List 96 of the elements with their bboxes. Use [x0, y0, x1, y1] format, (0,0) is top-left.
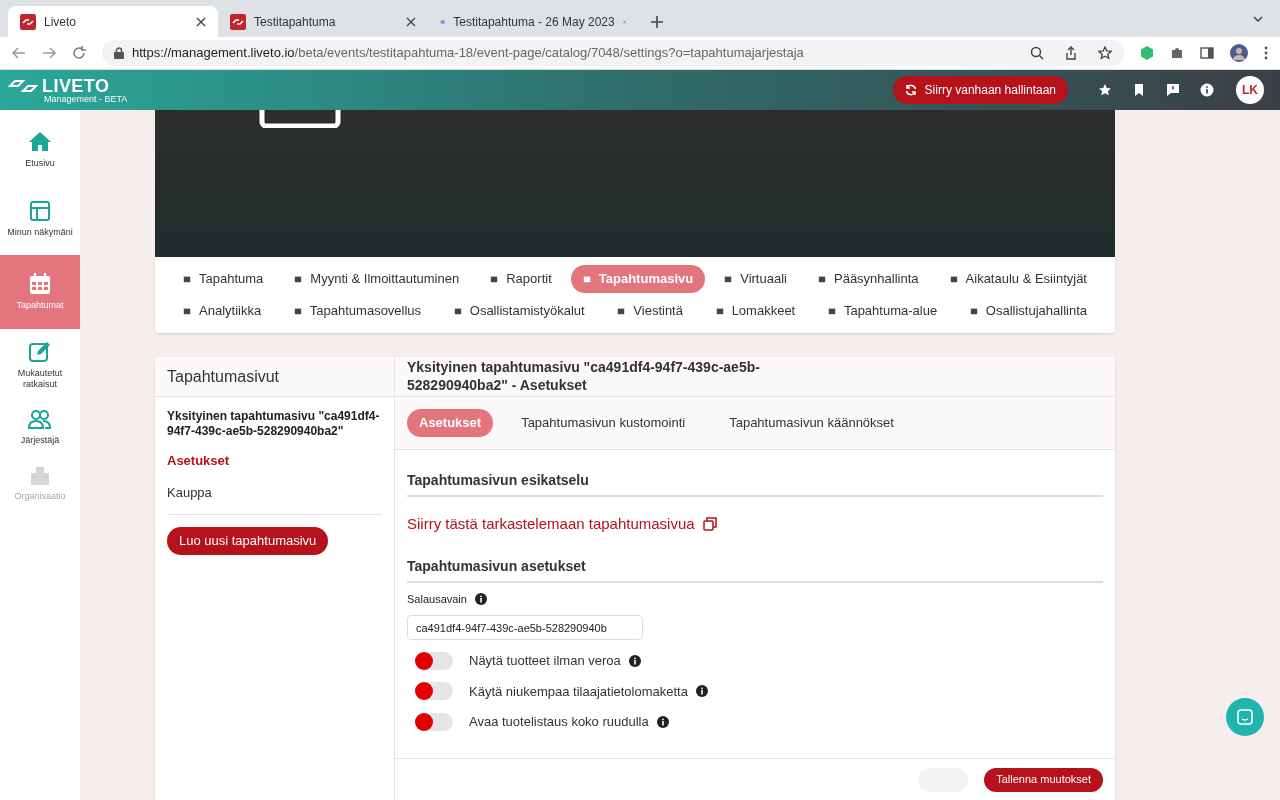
hexagon-icon — [1140, 46, 1154, 60]
tab-title: Liveto — [44, 13, 78, 31]
square-icon — [715, 307, 724, 315]
zoom-icon — [1030, 46, 1044, 60]
users-icon — [28, 407, 52, 432]
tab-title: Testitapahtuma - 26 May 2023 — [453, 13, 615, 31]
save-button[interactable]: Tallenna muutokset — [984, 767, 1103, 792]
toggle-switch[interactable] — [415, 682, 453, 701]
page-heading: Yksityinen tapahtumasivu "ca491df4-94f7-439c-ae5b-528290940ba2" - Asetukset — [395, 357, 1115, 397]
sidebar-item[interactable]: Minun näkymäni — [0, 182, 80, 255]
chain-link-icon — [230, 13, 246, 30]
user-avatar[interactable]: LK — [1236, 76, 1264, 104]
reload-icon — [72, 46, 86, 60]
bookmark-icon[interactable] — [1132, 83, 1146, 97]
forward-arrow-icon — [42, 46, 56, 60]
toggle-label: Käytä niukempaa tilaajatietolomaketta — [469, 682, 688, 701]
square-icon — [724, 275, 733, 283]
preview-link[interactable]: Siirry tästä tarkastelemaan tapahtumasivua — [407, 513, 717, 536]
more-vertical-icon — [1264, 46, 1268, 60]
new-page-button[interactable]: Luo uusi tapahtumasivu — [167, 527, 329, 555]
sidebar-item[interactable]: Mukautetut ratkaisut — [0, 329, 80, 401]
square-icon — [294, 275, 303, 283]
profile-avatar-icon — [1230, 44, 1248, 62]
square-icon — [453, 307, 462, 315]
nav-tab[interactable]: Osallistujahallinta — [957, 297, 1099, 325]
panel-link[interactable]: Kauppa — [167, 482, 382, 502]
nav-tab[interactable]: Aikataulu & Esiintyjät — [937, 265, 1099, 293]
page-name: Yksityinen tapahtumasivu "ca491df4-94f7-439c-ae5b-528290940ba2" — [167, 409, 381, 439]
chevron-down-icon — [1252, 13, 1264, 25]
nav-tab[interactable]: Osallistamistyökalut — [441, 297, 597, 325]
square-icon — [969, 307, 978, 315]
tab-title: Testitapahtuma — [254, 13, 337, 31]
url-text: https://management.liveto.io/beta/events/testitapahtuma-18/event-page/catalog/7048/settings?o=tapahtumajarjestaja — [132, 44, 804, 63]
share-icon — [1064, 46, 1078, 60]
refresh-icon — [904, 84, 917, 96]
info-icon[interactable] — [1200, 83, 1214, 97]
logo-subtitle: Management - BETA — [44, 94, 128, 104]
nav-tab[interactable]: Analytiikka — [171, 297, 274, 325]
logo-text: LIVETO — [42, 76, 110, 95]
back-arrow-icon — [12, 46, 26, 60]
nav-tab[interactable]: Virtuaali — [712, 265, 799, 293]
browser-tab[interactable]: Liveto — [8, 6, 218, 37]
square-icon — [949, 275, 958, 283]
edit-icon — [28, 339, 52, 364]
section-heading: Tapahtumasivun esikatselu — [407, 470, 1103, 497]
nav-tab[interactable]: Myynti & Ilmoittautuminen — [282, 265, 472, 293]
nav-tab[interactable]: Tapahtumasovellus — [281, 297, 434, 325]
toggle-label: Näytä tuotteet ilman veroa — [469, 652, 621, 670]
chat-icon — [1237, 709, 1253, 725]
field-label: Salausavain — [407, 591, 467, 607]
star-outline-icon — [1098, 46, 1112, 60]
chat-icon[interactable] — [1166, 83, 1180, 97]
info-icon — [656, 715, 669, 728]
close-icon — [196, 16, 206, 27]
chain-link-icon — [20, 13, 36, 30]
calendar-icon — [28, 272, 52, 297]
nav-tab[interactable]: Tapahtuma-alue — [815, 297, 950, 325]
square-icon — [818, 275, 826, 283]
sidebar-item[interactable]: Järjestäjä — [0, 401, 80, 453]
close-icon — [406, 16, 416, 27]
browser-tab[interactable]: Testitapahtuma - 26 May 2023 — [428, 6, 638, 37]
browser-tab[interactable]: Testitapahtuma — [218, 6, 428, 37]
toggle-label: Avaa tuotelistaus koko ruudulla — [469, 713, 649, 731]
panel-link[interactable]: Asetukset — [167, 451, 382, 471]
key-input[interactable]: ca491df4-94f7-439c-ae5b-528290940b — [407, 615, 643, 640]
square-icon — [617, 307, 626, 315]
old-admin-button[interactable]: Siirry vanhaan hallintaan — [892, 76, 1068, 104]
toggle-switch[interactable] — [415, 651, 453, 670]
star-icon[interactable] — [1098, 83, 1112, 97]
settings-tab[interactable]: Tapahtumasivun käännökset — [713, 409, 910, 437]
nav-tab[interactable]: Tapahtuma — [171, 265, 276, 293]
nav-tab[interactable]: Lomakkeet — [703, 297, 808, 325]
square-icon — [582, 275, 591, 283]
sidebar-icon — [1200, 46, 1214, 60]
address-bar[interactable]: https://management.liveto.io/beta/events/testitapahtuma-18/event-page/catalog/7048/settings?o=tapahtumajarjestaja — [102, 40, 1124, 66]
layout-icon — [28, 198, 52, 223]
settings-tab[interactable]: Tapahtumasivun kustomointi — [505, 409, 702, 437]
section-heading: Tapahtumasivun asetukset — [407, 555, 1103, 583]
square-icon — [293, 307, 302, 315]
square-icon — [183, 275, 191, 283]
info-icon — [695, 685, 708, 698]
plus-icon — [650, 15, 664, 29]
nav-tab[interactable]: Pääsynhallinta — [806, 265, 931, 293]
toggle-switch[interactable] — [415, 712, 453, 731]
panel-title: Tapahtumasivut — [155, 357, 394, 397]
nav-tab[interactable]: Viestintä — [605, 297, 695, 325]
lock-icon — [114, 47, 124, 59]
copy-icon — [702, 517, 717, 532]
sidebar-item[interactable]: Etusivu — [0, 118, 80, 182]
square-icon — [827, 307, 836, 315]
square-icon — [490, 275, 499, 283]
info-icon — [628, 654, 641, 667]
info-icon — [474, 592, 487, 605]
nav-tab[interactable]: Raportit — [478, 265, 564, 293]
square-icon — [183, 307, 191, 315]
chain-link-icon — [8, 78, 38, 93]
